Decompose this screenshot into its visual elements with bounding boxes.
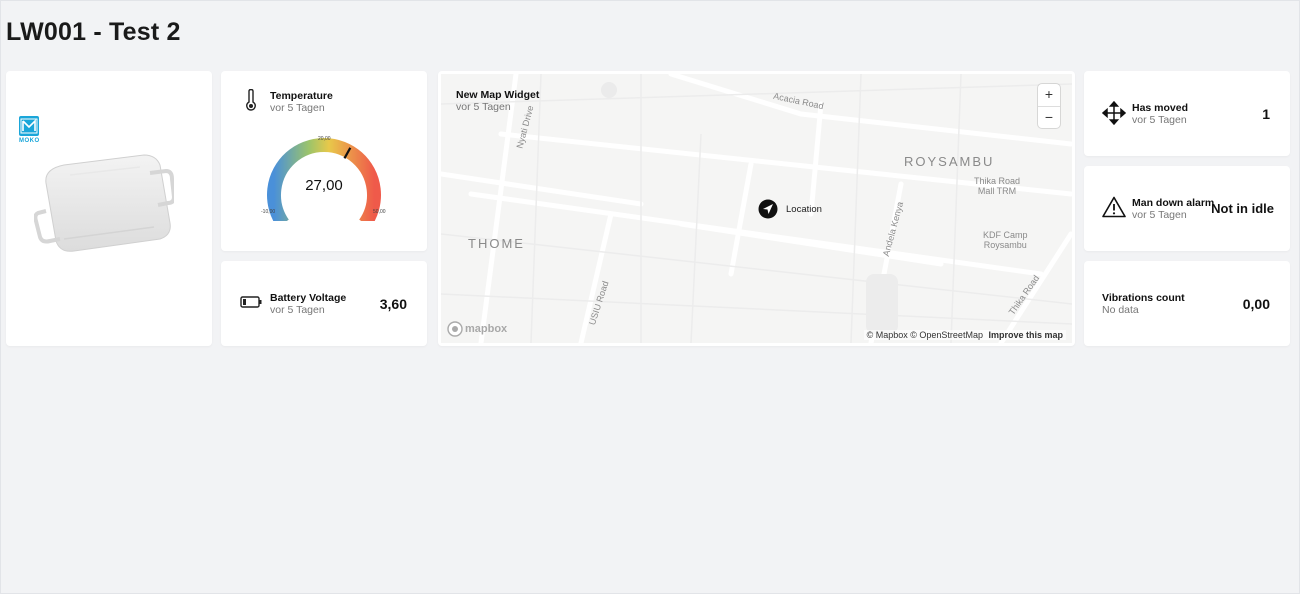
map-zoom-control: + − (1038, 84, 1060, 128)
page-title: LW001 - Test 2 (6, 18, 181, 46)
moko-logo: MOKO (19, 116, 43, 144)
map-subtitle: vor 5 Tagen (456, 101, 511, 113)
gauge-mid-label: 20,00 (318, 136, 331, 142)
map-label-thika-mall-line1: Thika Road (974, 176, 1021, 186)
vibrations-title: Vibrations count (1102, 292, 1185, 304)
map-marker-label: Location (786, 203, 822, 215)
man-down-title: Man down alarm (1132, 197, 1215, 209)
attribution-mapbox-link[interactable]: © Mapbox (867, 330, 908, 340)
vibrations-value: 0,00 (1242, 296, 1270, 312)
zoom-in-button[interactable]: + (1038, 84, 1060, 106)
mapbox-logo-text: mapbox (465, 323, 508, 335)
map-widget-card[interactable]: Acacia Road Nyati Drive ROYSAMBU THOME T… (438, 71, 1075, 346)
gauge-max-label: 50,00 (373, 209, 386, 215)
map-label-thika-mall: Thika Road Mall TRM (974, 176, 1020, 196)
vibrations-count-card[interactable]: Vibrations count No data 0,00 (1084, 261, 1290, 346)
zoom-out-button[interactable]: − (1038, 106, 1060, 129)
map-marker[interactable]: Location (758, 199, 822, 219)
map-label-kdf-line2: Roysambu (983, 240, 1027, 250)
map-label-roysambu: ROYSAMBU (904, 154, 995, 169)
attribution-osm-link[interactable]: © OpenStreetMap (910, 330, 983, 340)
temperature-gauge: -10,00 20,00 50,00 (261, 136, 386, 221)
has-moved-card[interactable]: Has moved vor 5 Tagen 1 (1084, 71, 1290, 156)
map-label-thika-mall-line2: Mall TRM (977, 186, 1017, 196)
location-arrow-icon[interactable] (758, 199, 778, 219)
thermometer-icon (246, 89, 256, 111)
moko-logo-icon (19, 116, 39, 136)
improve-map-link[interactable]: Improve this map (988, 330, 1063, 340)
warning-triangle-icon (1102, 196, 1126, 218)
vibrations-subtitle: No data (1102, 304, 1139, 316)
map-canvas[interactable]: Acacia Road Nyati Drive ROYSAMBU THOME T… (441, 74, 1072, 343)
temperature-title: Temperature (270, 90, 333, 102)
battery-voltage-card[interactable]: Battery Voltage vor 5 Tagen 3,60 (221, 261, 427, 346)
battery-subtitle: vor 5 Tagen (270, 304, 325, 316)
has-moved-title: Has moved (1132, 102, 1189, 114)
map-label-thome: THOME (468, 236, 525, 251)
map-roads (441, 74, 1072, 343)
battery-value: 3,60 (379, 296, 407, 312)
has-moved-subtitle: vor 5 Tagen (1132, 114, 1187, 126)
man-down-subtitle: vor 5 Tagen (1132, 209, 1187, 221)
mapbox-logo-icon (447, 321, 463, 337)
temperature-card[interactable]: Temperature vor 5 Tagen -10,00 20,00 50,… (221, 71, 427, 251)
battery-icon (240, 296, 262, 308)
temperature-subtitle: vor 5 Tagen (270, 102, 325, 114)
device-image-card: MOKO (6, 71, 212, 346)
battery-title: Battery Voltage (270, 292, 347, 304)
has-moved-value: 1 (1262, 106, 1270, 122)
map-title: New Map Widget (456, 89, 540, 101)
man-down-alarm-card[interactable]: Man down alarm vor 5 Tagen Not in idle (1084, 166, 1290, 251)
move-arrows-icon (1102, 101, 1126, 125)
moko-logo-text: MOKO (19, 138, 40, 144)
map-label-kdf: KDF Camp Roysambu (983, 230, 1028, 250)
temperature-value: 27,00 (305, 177, 343, 194)
mapbox-logo[interactable]: mapbox (447, 321, 507, 337)
map-label-kdf-line1: KDF Camp (983, 230, 1028, 240)
gauge-min-label: -10,00 (261, 209, 275, 215)
map-attribution: © Mapbox © OpenStreetMap Improve this ma… (863, 330, 1066, 340)
device-enclosure-icon (34, 154, 174, 252)
man-down-value: Not in idle (1211, 201, 1274, 216)
